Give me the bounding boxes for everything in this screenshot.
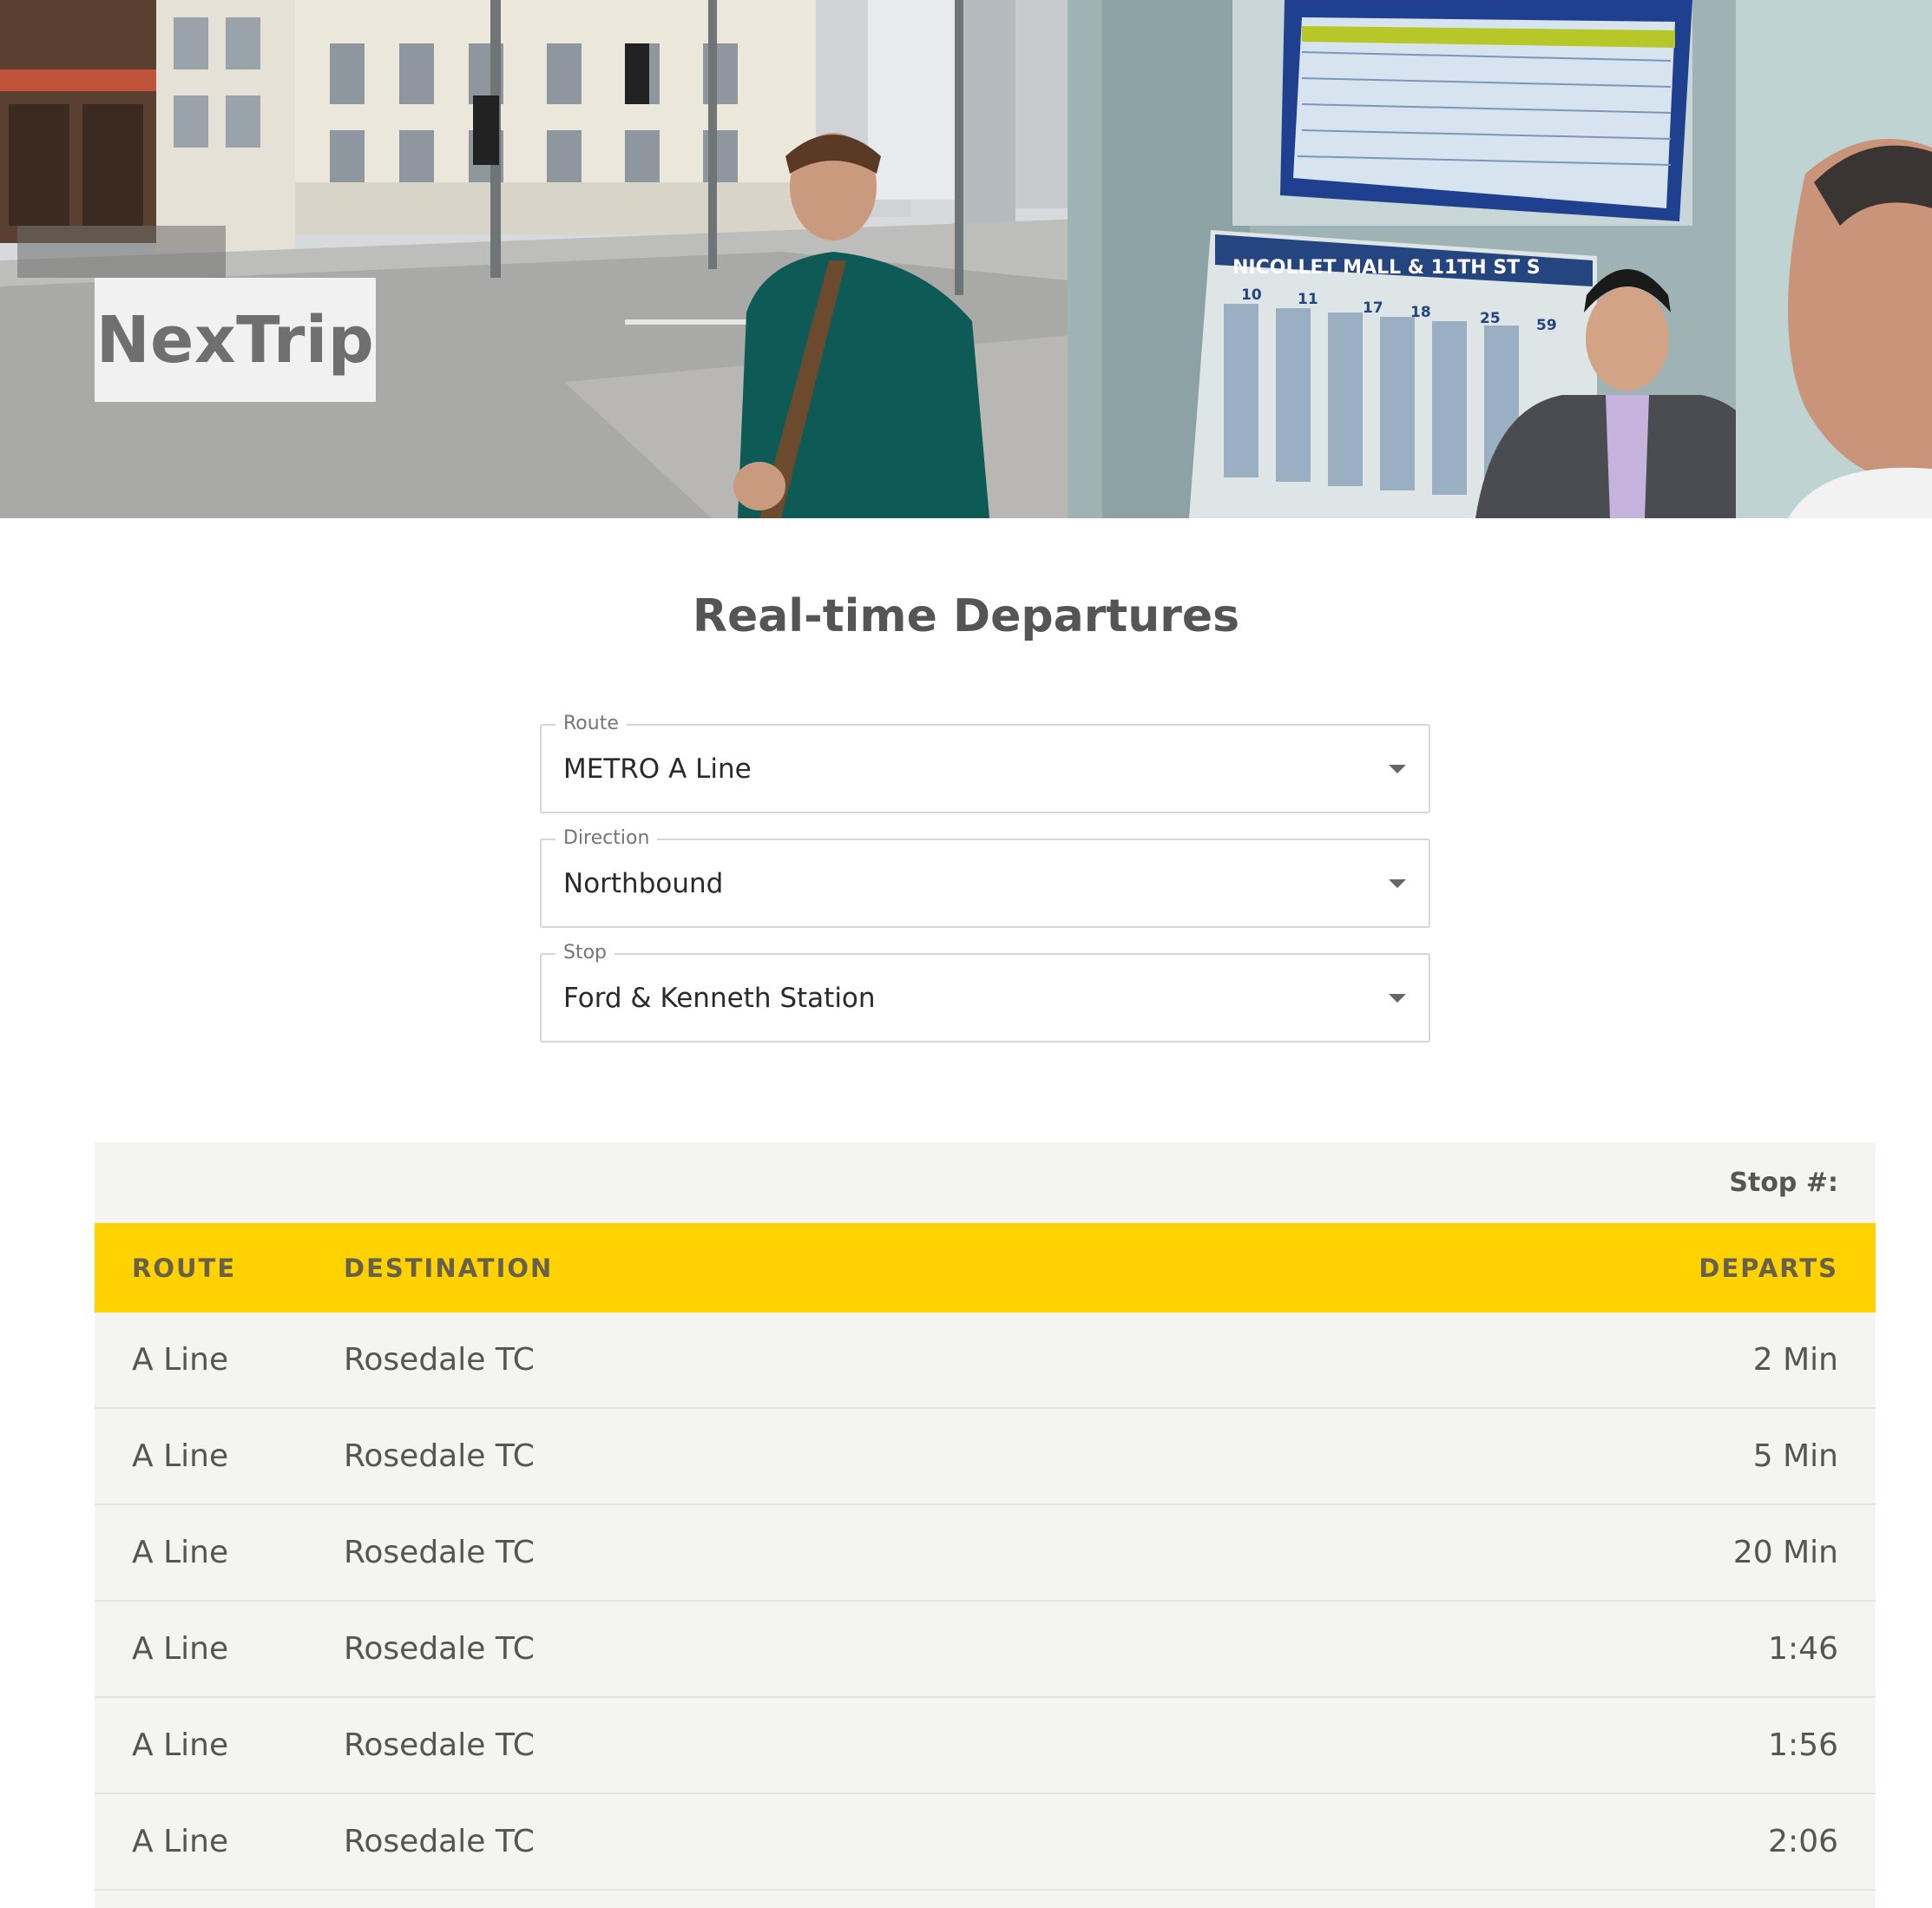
table-body: A Line Rosedale TC 2 Min A Line Rosedale… — [95, 1313, 1876, 1891]
logo-box[interactable]: NexTrip — [95, 278, 376, 402]
sign-route-number: 10 — [1241, 286, 1262, 304]
row-destination: Rosedale TC — [344, 1342, 535, 1378]
header-departs: DEPARTS — [1699, 1253, 1838, 1283]
sign-route-number: 17 — [1363, 299, 1383, 317]
row-departs: 5 Min — [1752, 1438, 1838, 1474]
direction-select-value: Northbound — [563, 867, 724, 899]
table-row: A Line Rosedale TC 1:46 — [95, 1602, 1876, 1698]
row-destination: Rosedale TC — [344, 1438, 535, 1474]
table-row: A Line Rosedale TC 2:06 — [95, 1794, 1876, 1891]
stop-select[interactable]: Stop Ford & Kenneth Station — [540, 941, 1430, 1043]
header-route: ROUTE — [132, 1253, 237, 1283]
sign-title: NICOLLET MALL & 11TH ST S — [1232, 257, 1541, 279]
table-row: A Line Rosedale TC 1:56 — [95, 1698, 1876, 1794]
row-route: A Line — [132, 1438, 229, 1474]
sign-route-number: 18 — [1410, 304, 1431, 321]
direction-select[interactable]: Direction Northbound — [540, 826, 1430, 928]
table-row: A Line Rosedale TC 20 Min — [95, 1505, 1876, 1602]
row-departs: 2 Min — [1752, 1342, 1838, 1378]
departures-table: Stop #: ROUTE DESTINATION DEPARTS A Line… — [95, 1142, 1876, 1908]
table-header: ROUTE DESTINATION DEPARTS — [95, 1223, 1876, 1313]
route-select-value: METRO A Line — [563, 753, 752, 785]
row-departs: 1:56 — [1768, 1727, 1838, 1763]
hero-banner: NICOLLET MALL & 11TH ST S 10 11 17 18 25 59 N… — [0, 0, 1932, 518]
row-destination: Rosedale TC — [344, 1535, 535, 1570]
page-title: Real-time Departures — [692, 590, 1240, 642]
route-select[interactable]: Route METRO A Line — [540, 712, 1430, 813]
row-route: A Line — [132, 1342, 229, 1378]
chevron-down-icon — [1389, 994, 1406, 1003]
chevron-down-icon — [1389, 879, 1406, 888]
row-departs: 20 Min — [1732, 1535, 1838, 1570]
row-departs: 1:46 — [1768, 1631, 1838, 1667]
sign-route-number: 59 — [1536, 317, 1557, 334]
row-route: A Line — [132, 1631, 229, 1667]
nextrip-logo: NexTrip — [95, 302, 375, 378]
stop-select-value: Ford & Kenneth Station — [563, 982, 876, 1014]
header-destination: DESTINATION — [344, 1253, 554, 1283]
row-destination: Rosedale TC — [344, 1727, 535, 1763]
row-departs: 2:06 — [1768, 1824, 1838, 1859]
stop-number-label: Stop #: — [1729, 1168, 1838, 1198]
sign-route-number: 11 — [1298, 291, 1318, 308]
hero-photo: NICOLLET MALL & 11TH ST S 10 11 17 18 25 59 — [0, 0, 1932, 518]
row-route: A Line — [132, 1727, 229, 1763]
row-destination: Rosedale TC — [344, 1631, 535, 1667]
table-row: A Line Rosedale TC 2 Min — [95, 1313, 1876, 1409]
row-destination: Rosedale TC — [344, 1824, 535, 1859]
stop-number-row: Stop #: — [95, 1142, 1876, 1223]
row-route: A Line — [132, 1535, 229, 1570]
table-row: A Line Rosedale TC 5 Min — [95, 1409, 1876, 1505]
row-route: A Line — [132, 1824, 229, 1859]
sign-route-number: 25 — [1480, 310, 1501, 327]
chevron-down-icon — [1389, 765, 1406, 773]
